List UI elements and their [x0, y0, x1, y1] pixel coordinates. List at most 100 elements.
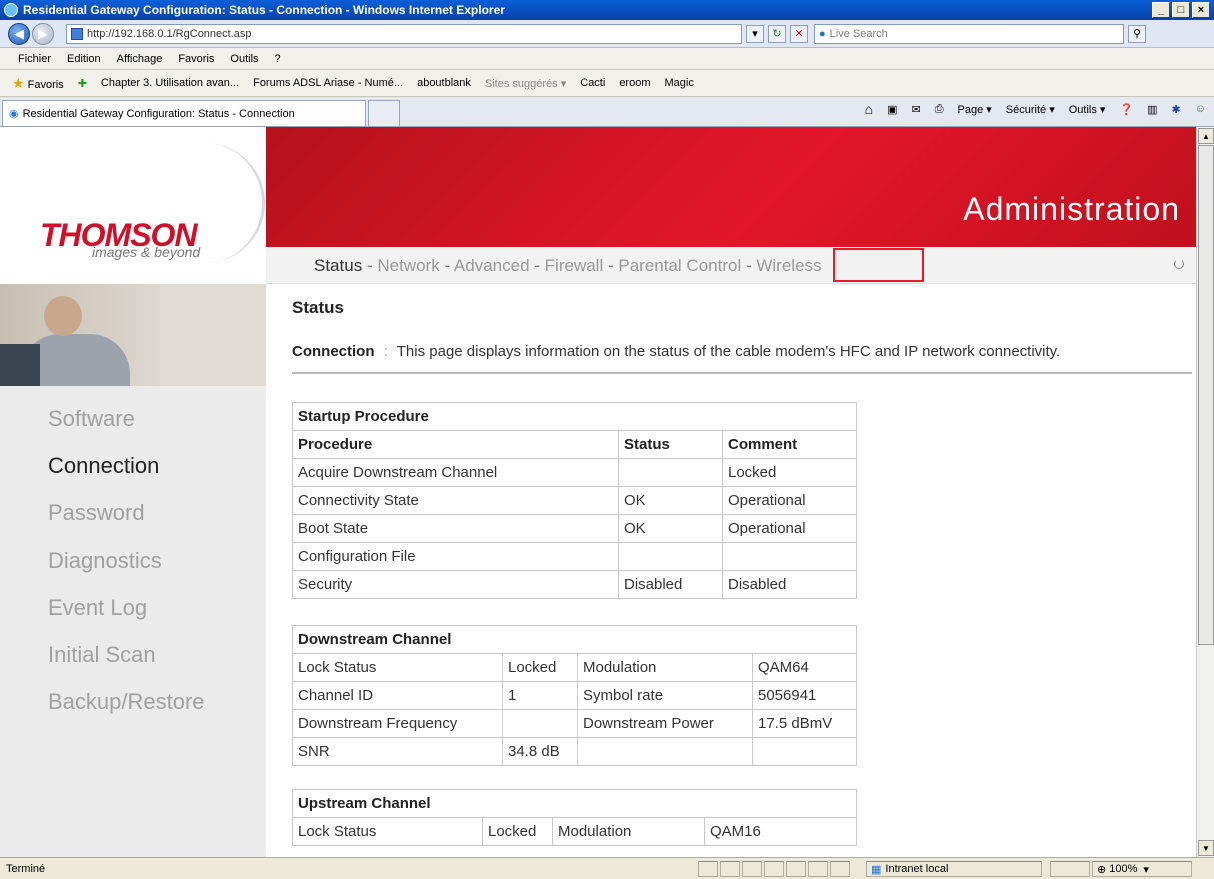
sidebar-item-backup-restore[interactable]: Backup/Restore: [48, 689, 205, 715]
stop-icon: ✕: [794, 28, 804, 40]
minimize-button[interactable]: _: [1152, 2, 1170, 18]
nav-advanced[interactable]: Advanced: [454, 256, 530, 275]
cmd-security[interactable]: Sécurité ▾: [1006, 103, 1055, 116]
scroll-thumb[interactable]: [1198, 145, 1214, 645]
table-row: SNR 34.8 dB: [292, 737, 857, 766]
top-nav: Status - Network - Advanced - Firewall -…: [266, 247, 1196, 284]
menu-help[interactable]: ?: [275, 53, 281, 65]
browser-tab[interactable]: ◉ Residential Gateway Configuration: Sta…: [2, 100, 366, 126]
feeds-icon[interactable]: ▣: [887, 103, 897, 116]
sidebar-item-event-log[interactable]: Event Log: [48, 595, 147, 621]
search-input[interactable]: ● Live Search: [814, 23, 1124, 44]
research-icon[interactable]: ▥: [1147, 103, 1157, 116]
menu-fichier[interactable]: Fichier: [18, 53, 51, 65]
sidebar-item-software[interactable]: Software: [48, 406, 135, 432]
cmd-page[interactable]: Page ▾: [958, 103, 992, 116]
table-cell: [618, 542, 723, 571]
favorite-link[interactable]: eroom: [619, 77, 650, 89]
menu-outils[interactable]: Outils: [230, 53, 258, 65]
status-bar: Terminé ▦ Intranet local ⊕ 100% ▾: [0, 857, 1214, 879]
new-tab-button[interactable]: [368, 100, 400, 126]
nav-sep: -: [745, 256, 752, 275]
table-row: Security Disabled Disabled: [292, 570, 857, 599]
menu-affichage[interactable]: Affichage: [117, 53, 163, 65]
page-viewport: THOMSON images & beyond Administration S…: [0, 127, 1196, 857]
address-dropdown-button[interactable]: ▾: [746, 24, 764, 43]
sidebar-item-diagnostics[interactable]: Diagnostics: [48, 548, 162, 574]
table-title: Downstream Channel: [292, 625, 857, 654]
forward-button[interactable]: ▶: [32, 22, 54, 45]
favorite-link[interactable]: Forums ADSL Ariase - Numé...: [253, 77, 403, 89]
sidebar-item-initial-scan[interactable]: Initial Scan: [48, 642, 156, 668]
add-favorite-icon[interactable]: ✚: [78, 77, 87, 90]
table-cell: Acquire Downstream Channel: [292, 458, 619, 487]
table-cell: Operational: [722, 514, 857, 543]
mail-icon[interactable]: ✉: [911, 103, 920, 116]
address-field[interactable]: http://192.168.0.1/RgConnect.asp: [66, 23, 742, 44]
status-segment: [698, 861, 718, 877]
header-title: Administration: [963, 191, 1180, 227]
logo-tagline: images & beyond: [92, 244, 201, 260]
page-icon: [71, 27, 83, 40]
scroll-down-icon[interactable]: ▼: [1198, 840, 1214, 856]
close-button[interactable]: ×: [1192, 2, 1210, 18]
search-icon: ⚲: [1132, 28, 1142, 40]
status-text: Terminé: [6, 862, 46, 875]
sidebar-item-password[interactable]: Password: [48, 500, 145, 526]
table-cell: Lock Status: [292, 817, 483, 846]
favorite-link[interactable]: Magic: [665, 77, 694, 89]
status-segment: [720, 861, 740, 877]
menu-edition[interactable]: Edition: [67, 53, 101, 65]
nav-network[interactable]: Network: [377, 256, 439, 275]
nav-firewall[interactable]: Firewall: [545, 256, 604, 275]
page-title: Status: [292, 298, 344, 317]
scroll-up-icon[interactable]: ▲: [1198, 128, 1214, 144]
loading-spinner-icon: [1174, 259, 1184, 269]
table-cell: QAM16: [704, 817, 857, 846]
nav-wireless[interactable]: Wireless: [756, 256, 821, 275]
zoom-level: 100%: [1109, 863, 1138, 875]
messenger-icon[interactable]: ☺: [1195, 103, 1206, 115]
menu-favoris[interactable]: Favoris: [178, 53, 214, 65]
favorite-link[interactable]: Cacti: [580, 77, 605, 89]
sidebar-item-connection[interactable]: Connection: [48, 453, 159, 479]
bluetooth-icon[interactable]: ✱: [1172, 103, 1181, 116]
favorite-link[interactable]: Chapter 3. Utilisation avan...: [101, 77, 239, 89]
menu-bar: Fichier Edition Affichage Favoris Outils…: [0, 48, 1214, 70]
back-arrow-icon: ◀: [14, 25, 24, 41]
maximize-button[interactable]: □: [1172, 2, 1190, 18]
back-button[interactable]: ◀: [8, 22, 30, 45]
home-icon[interactable]: ⌂: [865, 101, 873, 117]
table-cell: Connectivity State: [292, 486, 619, 515]
cmd-tools[interactable]: Outils ▾: [1069, 103, 1106, 116]
stop-button[interactable]: ✕: [790, 24, 808, 43]
status-segment: [764, 861, 784, 877]
table-cell: [752, 737, 857, 766]
table-cell: Downstream Frequency: [292, 709, 503, 738]
search-button[interactable]: ⚲: [1128, 24, 1146, 43]
logo-swoosh-icon: [205, 143, 265, 263]
nav-parental-control[interactable]: Parental Control: [618, 256, 741, 275]
security-zone[interactable]: ▦ Intranet local: [866, 861, 1042, 877]
status-segment: [786, 861, 806, 877]
status-segment: [830, 861, 850, 877]
table-cell: 1: [502, 681, 578, 710]
table-cell: Modulation: [577, 653, 753, 682]
protected-mode-icon[interactable]: [1050, 861, 1090, 877]
refresh-button[interactable]: ↻: [768, 24, 786, 43]
favorites-button[interactable]: ★ Favoris: [12, 75, 64, 92]
table-cell: OK: [618, 514, 723, 543]
help-icon[interactable]: ❓: [1119, 103, 1133, 116]
vertical-scrollbar[interactable]: ▲ ▼: [1196, 127, 1214, 857]
favorites-bar: ★ Favoris ✚ Chapter 3. Utilisation avan.…: [0, 70, 1214, 97]
print-icon[interactable]: ⎙: [935, 103, 944, 116]
favorite-link[interactable]: aboutblank: [417, 77, 471, 89]
table-cell: Modulation: [552, 817, 705, 846]
nav-status[interactable]: Status: [314, 256, 362, 275]
favorite-link[interactable]: Sites suggérés ▾: [485, 77, 566, 90]
zoom-control[interactable]: ⊕ 100% ▾: [1092, 861, 1192, 877]
desc-sep: :: [383, 343, 388, 360]
column-header: Comment: [722, 430, 857, 459]
ie-icon: [4, 3, 18, 17]
nav-sep: -: [444, 256, 451, 275]
